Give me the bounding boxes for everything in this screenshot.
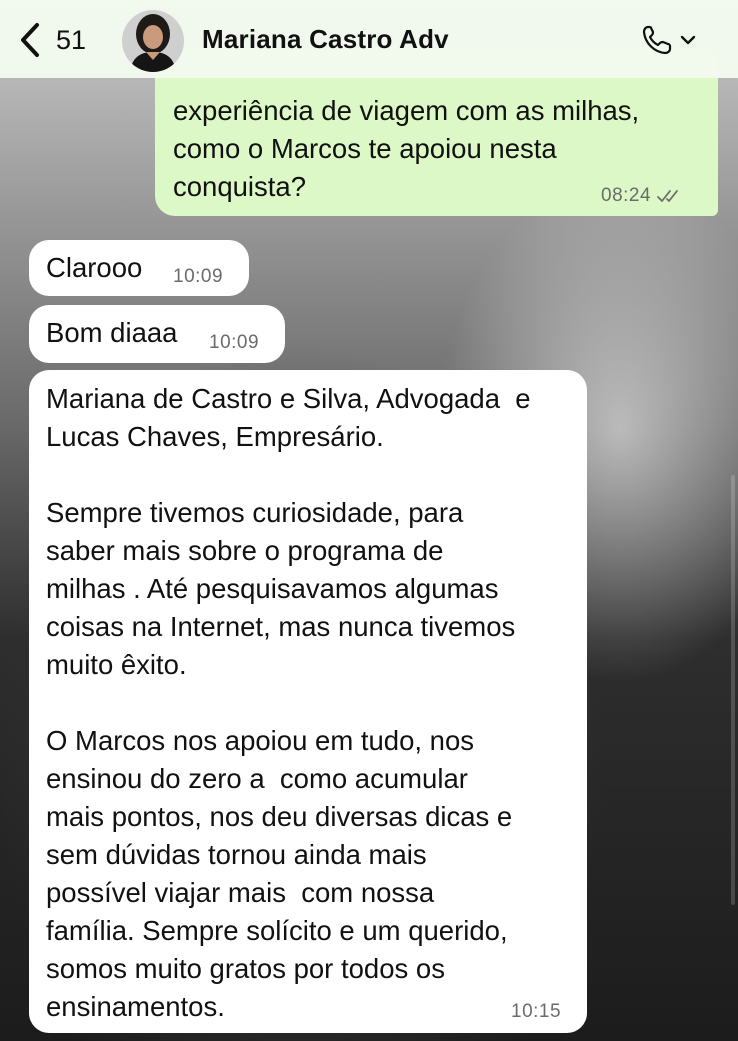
contact-name[interactable]: Mariana Castro Adv — [202, 24, 449, 55]
message-time: 10:09 — [173, 266, 224, 287]
call-button[interactable] — [640, 22, 696, 58]
chevron-down-icon — [680, 35, 696, 45]
message-time: 10:15 — [511, 1001, 562, 1022]
chat-header: 51 Mariana Castro Adv — [0, 0, 738, 78]
contact-photo — [122, 10, 184, 72]
message-time: 08:24 — [601, 185, 652, 206]
avatar[interactable] — [122, 10, 184, 72]
double-check-icon — [657, 190, 678, 202]
message-text: Bom diaaa — [46, 317, 178, 348]
message-meta-outgoing: 08:24 — [601, 186, 683, 206]
back-button[interactable]: 51 — [18, 20, 86, 60]
message-bubble-incoming[interactable]: Clarooo 10:09 — [29, 240, 249, 296]
message-bubble-incoming[interactable]: Mariana de Castro e Silva, Advogada e Lu… — [29, 370, 587, 1033]
chevron-left-icon — [21, 23, 39, 57]
scrollbar[interactable] — [731, 475, 735, 905]
message-text: experiência de viagem com as milhas, com… — [173, 95, 640, 202]
message-time: 10:09 — [209, 332, 260, 353]
message-text: Mariana de Castro e Silva, Advogada e Lu… — [46, 383, 531, 1022]
message-bubble-incoming[interactable]: Bom diaaa 10:09 — [29, 305, 285, 363]
message-text: Clarooo — [46, 252, 143, 283]
unread-count: 51 — [56, 24, 87, 55]
phone-icon — [642, 25, 672, 55]
